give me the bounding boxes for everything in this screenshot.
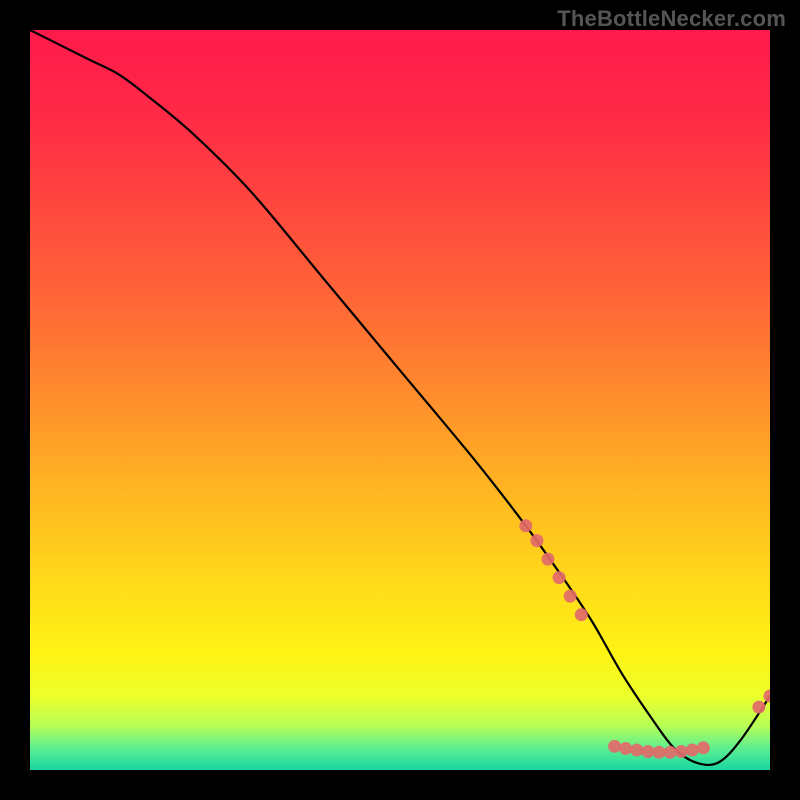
chart-stage: TheBottleNecker.com: [0, 0, 800, 800]
data-marker: [619, 742, 632, 755]
data-marker: [664, 746, 677, 759]
data-marker: [530, 534, 543, 547]
data-marker: [630, 744, 643, 757]
data-marker: [675, 745, 688, 758]
data-marker: [641, 745, 654, 758]
data-marker: [542, 553, 555, 566]
data-marker: [608, 740, 621, 753]
data-marker: [564, 590, 577, 603]
watermark-text: TheBottleNecker.com: [557, 6, 786, 32]
data-marker: [653, 746, 666, 759]
chart-svg: [30, 30, 770, 770]
data-marker: [519, 519, 532, 532]
data-marker: [553, 571, 566, 584]
chart-plot-area: [30, 30, 770, 770]
data-marker: [686, 744, 699, 757]
data-marker: [697, 741, 710, 754]
data-marker: [575, 608, 588, 621]
data-marker: [752, 701, 765, 714]
chart-background: [30, 30, 770, 770]
